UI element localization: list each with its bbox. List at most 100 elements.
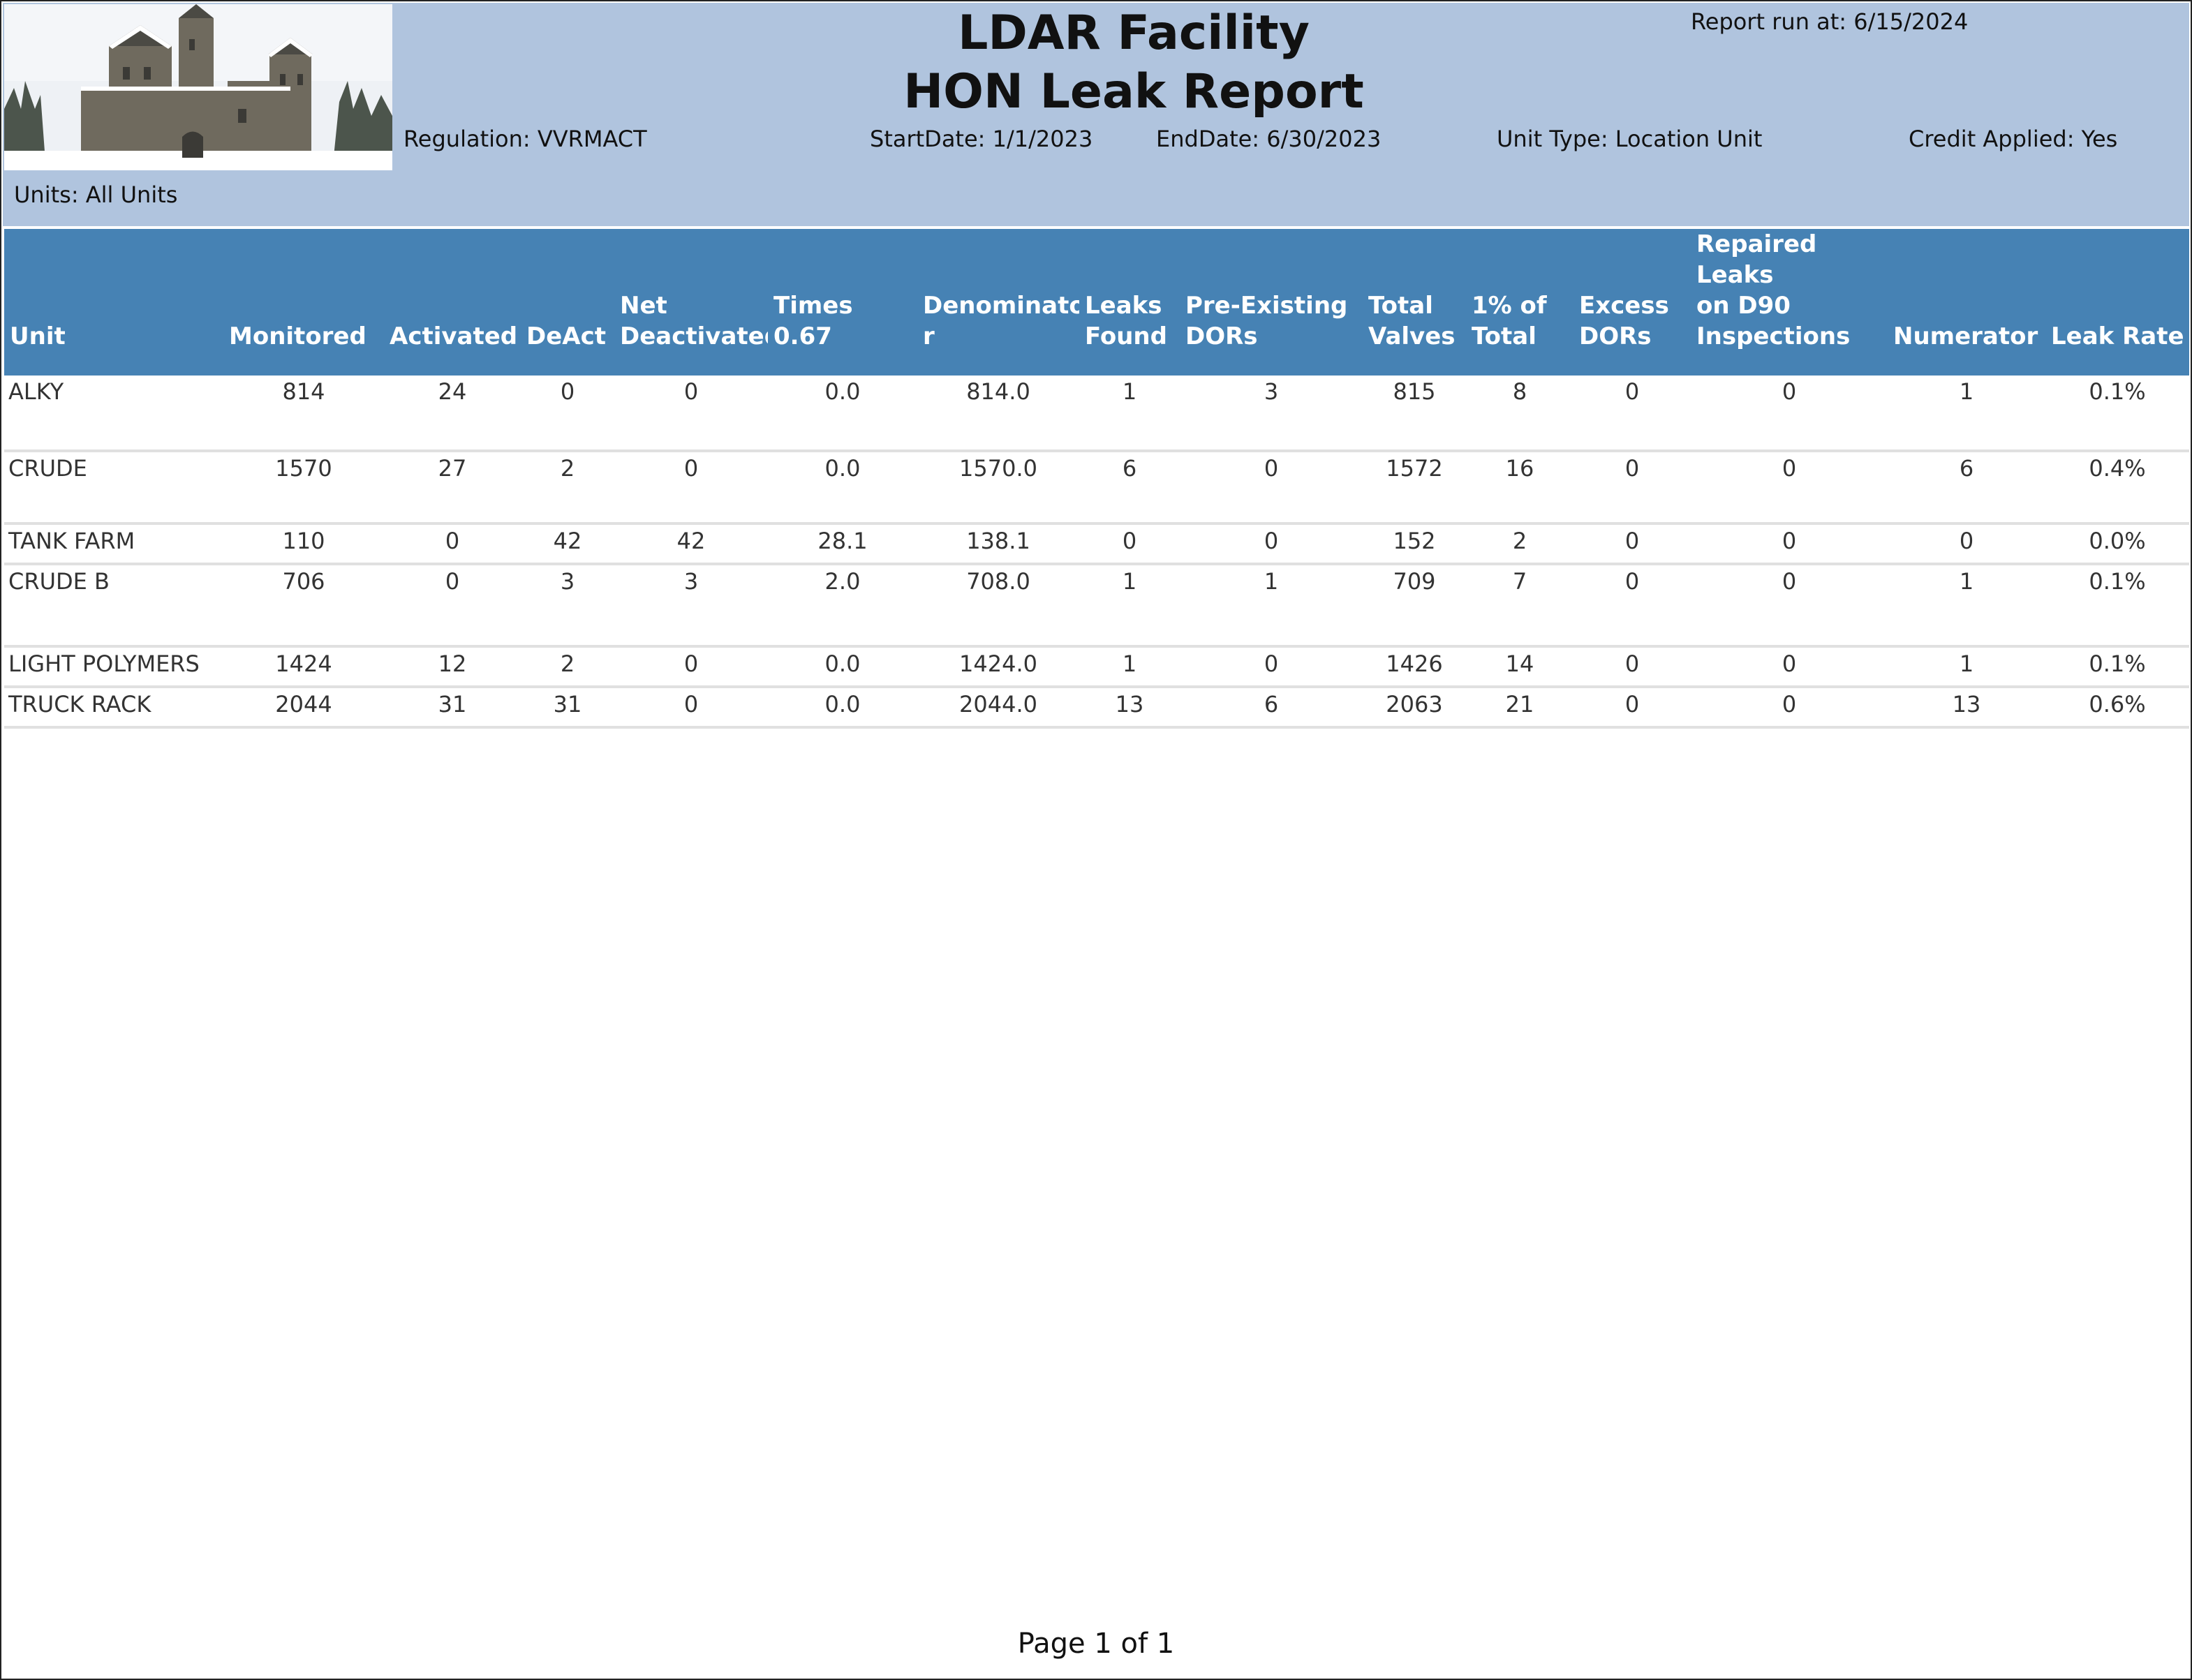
table-row: CRUDE 1570 27 2 0 0.0 1570.0 6 0 1572 16 0 0 6 0.4% xyxy=(4,451,2189,525)
table-cell: 0 xyxy=(1691,687,1888,729)
table-cell: 0.0 xyxy=(768,646,917,688)
table-cell: 0 xyxy=(384,564,521,648)
table-cell: 1424 xyxy=(223,646,384,688)
table-cell: 1 xyxy=(1079,564,1180,648)
table-cell: 31 xyxy=(521,687,614,729)
table-cell: 0 xyxy=(384,523,521,565)
table-cell: 1 xyxy=(1888,564,2045,648)
report-title: LDAR Facility HON Leak Report xyxy=(771,4,1497,121)
table-cell: 0 xyxy=(1573,376,1691,452)
table-cell: 1572 xyxy=(1363,451,1466,525)
column-header: Numerator xyxy=(1893,322,2038,350)
table-row: TANK FARM 110 0 42 42 28.1 138.1 0 0 152 2 0 0 0 0.0% xyxy=(4,523,2189,565)
column-header: Unit xyxy=(10,322,66,350)
table-cell: 21 xyxy=(1466,687,1573,729)
table-cell: 0.0 xyxy=(768,687,917,729)
table-cell: 0.0 xyxy=(768,451,917,525)
report-page: LDAR Facility HON Leak Report Report run… xyxy=(0,0,2192,1680)
table-cell: 1424.0 xyxy=(917,646,1079,688)
regulation-label: Regulation: VVRMACT xyxy=(403,126,647,152)
column-header: Pre-Existing DORs xyxy=(1185,292,1348,350)
table-cell: 2 xyxy=(521,451,614,525)
table-cell: 0 xyxy=(521,376,614,452)
table-cell: 31 xyxy=(384,687,521,729)
table-cell: 152 xyxy=(1363,523,1466,565)
column-header: Denominato r xyxy=(923,292,1079,350)
table-cell: 0 xyxy=(1691,646,1888,688)
table-row: TRUCK RACK 2044 31 31 0 0.0 2044.0 13 6 2063 21 0 0 1… xyxy=(4,687,2189,729)
table-cell: 2 xyxy=(1466,523,1573,565)
table-cell: 815 xyxy=(1363,376,1466,452)
table-cell: 0.1% xyxy=(2045,646,2189,688)
table-cell: 1570 xyxy=(223,451,384,525)
table-cell: 708.0 xyxy=(917,564,1079,648)
table-row: LIGHT POLYMERS 1424 12 2 0 0.0 1424.0 1 0 1426 14 0… xyxy=(4,646,2189,688)
table-cell: 0 xyxy=(1573,523,1691,565)
table-cell: 1 xyxy=(1079,376,1180,452)
table-cell: 110 xyxy=(223,523,384,565)
table-cell: 27 xyxy=(384,451,521,525)
start-date-label: StartDate: 1/1/2023 xyxy=(870,126,1093,152)
table-cell: 0 xyxy=(1180,451,1363,525)
table-cell: 0 xyxy=(614,451,768,525)
unit-type-label: Unit Type: Location Unit xyxy=(1497,126,1763,152)
table-cell: 16 xyxy=(1466,451,1573,525)
table-cell: 0 xyxy=(614,376,768,452)
table-cell: 13 xyxy=(1888,687,2045,729)
table-cell: 0 xyxy=(1691,451,1888,525)
table-cell: 0 xyxy=(614,646,768,688)
report-banner: LDAR Facility HON Leak Report Report run… xyxy=(3,3,2189,226)
table-cell: 0 xyxy=(614,687,768,729)
table-cell: 0.0% xyxy=(2045,523,2189,565)
column-header: Repaired Leaks on D90 Inspections xyxy=(1696,230,1851,350)
table-cell: 0.6% xyxy=(2045,687,2189,729)
table-cell: 12 xyxy=(384,646,521,688)
table-cell: 0 xyxy=(1691,376,1888,452)
table-cell: 3 xyxy=(614,564,768,648)
table-cell: 0.4% xyxy=(2045,451,2189,525)
table-row: CRUDE B 706 0 3 3 2.0 708.0 1 1 709 7 0 0 1 0.1% xyxy=(4,564,2189,648)
table-cell: 3 xyxy=(1180,376,1363,452)
unit-name-cell: ALKY xyxy=(4,376,223,452)
table-cell: 42 xyxy=(614,523,768,565)
table-cell: 3 xyxy=(521,564,614,648)
unit-name-cell: LIGHT POLYMERS xyxy=(4,646,223,688)
column-header: Activated xyxy=(390,322,518,350)
table-cell: 2044 xyxy=(223,687,384,729)
title-line-1: LDAR Facility xyxy=(958,6,1310,61)
title-line-2: HON Leak Report xyxy=(903,64,1364,119)
unit-name-cell: TANK FARM xyxy=(4,523,223,565)
castle-photo xyxy=(4,4,392,170)
table-cell: 0.1% xyxy=(2045,376,2189,452)
table-cell: 1 xyxy=(1180,564,1363,648)
table-cell: 709 xyxy=(1363,564,1466,648)
table-cell: 814.0 xyxy=(917,376,1079,452)
table-body: ALKY 814 24 0 0 0.0 814.0 1 3 815 8 0 0 1 0.1% CRUDE 157… xyxy=(4,376,2189,729)
table-cell: 1 xyxy=(1888,646,2045,688)
table-cell: 7 xyxy=(1466,564,1573,648)
end-date-label: EndDate: 6/30/2023 xyxy=(1156,126,1382,152)
table-cell: 6 xyxy=(1079,451,1180,525)
column-header: Times 0.67 xyxy=(773,292,853,350)
table-cell: 42 xyxy=(521,523,614,565)
table-row: ALKY 814 24 0 0 0.0 814.0 1 3 815 8 0 0 1 0.1% xyxy=(4,376,2189,452)
table-cell: 13 xyxy=(1079,687,1180,729)
table-cell: 2 xyxy=(521,646,614,688)
table-cell: 1426 xyxy=(1363,646,1466,688)
column-header: Net Deactivated xyxy=(620,292,768,350)
table-cell: 706 xyxy=(223,564,384,648)
page-number: Page 1 of 1 xyxy=(1017,1628,1175,1660)
table-cell: 0 xyxy=(1691,523,1888,565)
table-header-row: Unit Monitored Activated DeAct Net Deactivat… xyxy=(4,229,2189,376)
table-cell: 0 xyxy=(1180,523,1363,565)
leak-report-table: Unit Monitored Activated DeAct Net Deactivat… xyxy=(4,229,2189,729)
column-header: Leaks Found xyxy=(1085,292,1167,350)
column-header: 1% of Total xyxy=(1472,292,1547,350)
table-cell: 138.1 xyxy=(917,523,1079,565)
table-cell: 8 xyxy=(1466,376,1573,452)
column-header: Excess DORs xyxy=(1579,292,1669,350)
column-header: Monitored xyxy=(229,322,366,350)
table-cell: 0 xyxy=(1573,564,1691,648)
unit-name-cell: TRUCK RACK xyxy=(4,687,223,729)
table-cell: 28.1 xyxy=(768,523,917,565)
